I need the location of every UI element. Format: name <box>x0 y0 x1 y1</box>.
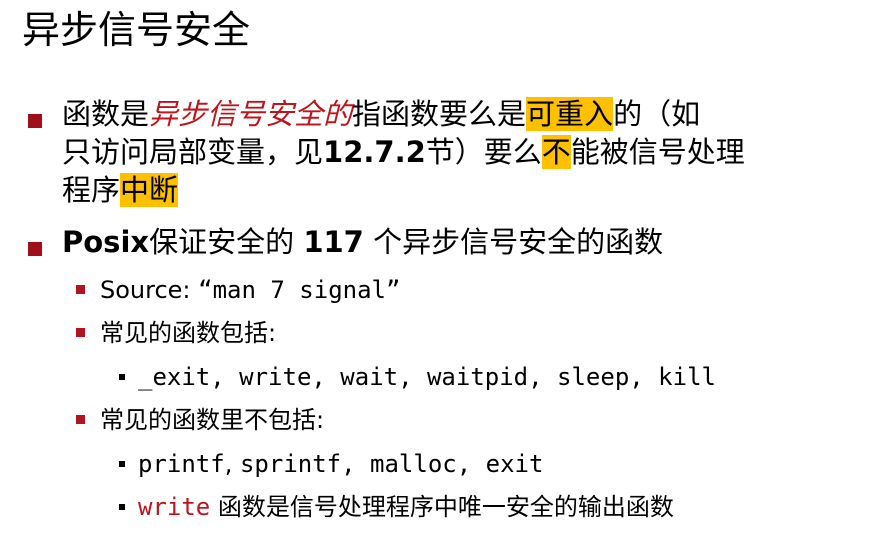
bullet2-line: Posix保证安全的 117 个异步信号安全的函数 <box>62 224 663 260</box>
bullet2-text2: 个异步信号安全的函数 <box>363 225 664 259</box>
function-count: 117 <box>303 225 364 259</box>
bullet1-line2-b: 节）要么 <box>425 135 542 169</box>
safe-functions-list: _exit, write, wait, waitpid, sleep, kill <box>138 363 716 391</box>
bullet1-line3: 程序中断 <box>62 172 179 208</box>
sub-bullet-marker <box>76 285 85 294</box>
section-reference: 12.7.2 <box>323 135 426 169</box>
bullet1-text1: 指函数要么是 <box>352 97 527 131</box>
source-line: Source: “man 7 signal” <box>100 274 400 306</box>
bullet1-line1: 函数是异步信号安全的指函数要么是可重入的（如 <box>62 96 700 132</box>
unsafe-functions-list: printf, sprintf, malloc, exit <box>138 448 543 480</box>
highlight-interrupt: 中断 <box>120 173 179 207</box>
write-note-text: 函数是信号处理程序中唯一安全的输出函数 <box>210 493 674 521</box>
other-unsafe-fns: , malloc, exit <box>341 450 544 478</box>
write-note: write 函数是信号处理程序中唯一安全的输出函数 <box>138 491 674 523</box>
highlight-not: 不 <box>541 135 571 169</box>
excludes-label: 常见的函数里不包括: <box>100 406 325 434</box>
source-label: Source: <box>100 276 199 304</box>
bullet1-line3-a: 程序 <box>62 173 121 207</box>
posix-label: Posix <box>62 225 150 259</box>
bullet2-text1: 保证安全的 <box>149 225 304 259</box>
sub-bullet-marker <box>76 415 85 424</box>
bullet1-line2-a: 只访问局部变量，见 <box>62 135 324 169</box>
write-fn: write <box>138 493 211 521</box>
page-title: 异步信号安全 <box>22 8 251 52</box>
bullet-marker <box>28 242 42 256</box>
bullet1-prefix: 函数是 <box>62 97 150 131</box>
item-bullet-marker <box>119 504 125 510</box>
separator: , <box>224 450 240 478</box>
bullet1-term: 异步信号安全的 <box>149 97 353 131</box>
item-bullet-marker <box>119 374 125 380</box>
sub-bullet-marker <box>76 328 85 337</box>
bullet-marker <box>28 114 42 128</box>
bullet1-line2-c: 能被信号处理 <box>570 135 745 169</box>
includes-label: 常见的函数包括: <box>100 319 277 347</box>
printf-fn: printf <box>138 450 225 478</box>
highlight-reentrant: 可重入 <box>526 97 614 131</box>
item-bullet-marker <box>119 461 125 467</box>
source-value: “man 7 signal” <box>198 276 401 304</box>
sprintf-fn: sprintf <box>239 450 342 478</box>
bullet1-line2: 只访问局部变量，见12.7.2节）要么不能被信号处理 <box>62 134 745 170</box>
bullet1-text2: 的（如 <box>613 97 701 131</box>
